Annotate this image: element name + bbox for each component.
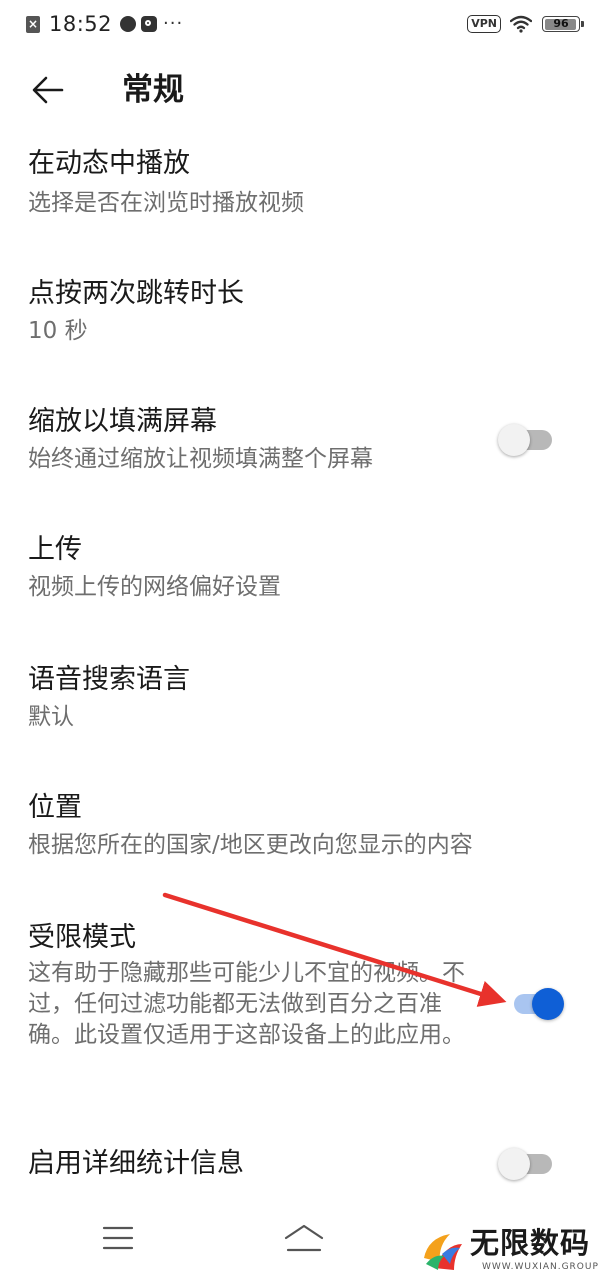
menu-icon: [102, 1226, 134, 1250]
setting-upload[interactable]: 上传 视频上传的网络偏好设置: [0, 528, 606, 620]
battery-level: 96: [553, 17, 569, 30]
setting-double-tap-seek[interactable]: 点按两次跳转时长 10 秒: [0, 270, 606, 362]
setting-subtitle: 选择是否在浏览时播放视频: [28, 190, 304, 216]
status-bar-left: × 18:52 ···: [26, 10, 183, 38]
setting-voice-search-language[interactable]: 语音搜索语言 默认: [0, 658, 606, 750]
watermark-title: 无限数码: [470, 1226, 591, 1260]
detailed-stats-toggle[interactable]: [498, 1142, 554, 1182]
nav-menu-button[interactable]: [92, 1218, 144, 1258]
setting-title: 位置: [28, 792, 82, 823]
battery-icon: 96: [542, 16, 584, 32]
status-bar: × 18:52 ··· VPN 96: [0, 0, 606, 48]
setting-subtitle: 根据您所在的国家/地区更改向您显示的内容: [28, 832, 473, 858]
home-icon: [284, 1224, 324, 1252]
setting-detailed-stats[interactable]: 启用详细统计信息: [0, 1140, 606, 1196]
watermark: 无限数码 WWW.WUXIAN.GROUP: [420, 1224, 600, 1278]
setting-title: 启用详细统计信息: [28, 1148, 244, 1179]
battery-tip: [581, 21, 584, 27]
setting-subtitle: 10 秒: [28, 318, 88, 344]
zoom-to-fill-toggle[interactable]: [498, 418, 554, 458]
more-notifications-icon: ···: [163, 13, 184, 34]
setting-subtitle: 这有助于隐藏那些可能少儿不宜的视频。不过，任何过滤功能都无法做到百分之百准确。此…: [28, 960, 465, 1048]
setting-title: 缩放以填满屏幕: [28, 406, 217, 437]
setting-subtitle: 默认: [28, 704, 74, 730]
back-arrow-icon: [32, 76, 64, 104]
setting-autoplay-in-feed[interactable]: 在动态中播放 选择是否在浏览时播放视频: [0, 140, 606, 232]
setting-title: 语音搜索语言: [28, 664, 190, 695]
watermark-subtitle: WWW.WUXIAN.GROUP: [482, 1262, 599, 1272]
back-button[interactable]: [24, 66, 72, 114]
app-bar: 常规: [0, 58, 606, 122]
status-bar-right: VPN 96: [467, 12, 584, 36]
setting-subtitle: 视频上传的网络偏好设置: [28, 574, 281, 600]
restricted-mode-toggle[interactable]: [508, 982, 564, 1022]
watermark-logo-icon: [424, 1234, 462, 1270]
status-time: 18:52: [49, 12, 113, 36]
setting-title: 上传: [28, 534, 82, 565]
setting-title: 受限模式: [28, 922, 136, 953]
notification-close-icon: ×: [26, 15, 40, 33]
setting-title: 在动态中播放: [28, 148, 190, 179]
nav-home-button[interactable]: [278, 1218, 330, 1258]
setting-subtitle: 始终通过缩放让视频填满整个屏幕: [28, 446, 373, 472]
toggle-thumb: [498, 1148, 530, 1180]
tiktok-notification-icon: [141, 16, 158, 32]
browser-notification-icon: [120, 16, 137, 32]
toggle-thumb: [498, 424, 530, 456]
setting-zoom-to-fill[interactable]: 缩放以填满屏幕 始终通过缩放让视频填满整个屏幕: [0, 398, 606, 490]
setting-title: 点按两次跳转时长: [28, 278, 244, 309]
setting-location[interactable]: 位置 根据您所在的国家/地区更改向您显示的内容: [0, 786, 606, 878]
setting-restricted-mode[interactable]: 受限模式 这有助于隐藏那些可能少儿不宜的视频。不过，任何过滤功能都无法做到百分之…: [0, 916, 606, 1096]
page-title: 常规: [122, 72, 184, 108]
vpn-badge: VPN: [467, 15, 501, 33]
wifi-icon: [510, 15, 532, 33]
toggle-thumb: [532, 988, 564, 1020]
